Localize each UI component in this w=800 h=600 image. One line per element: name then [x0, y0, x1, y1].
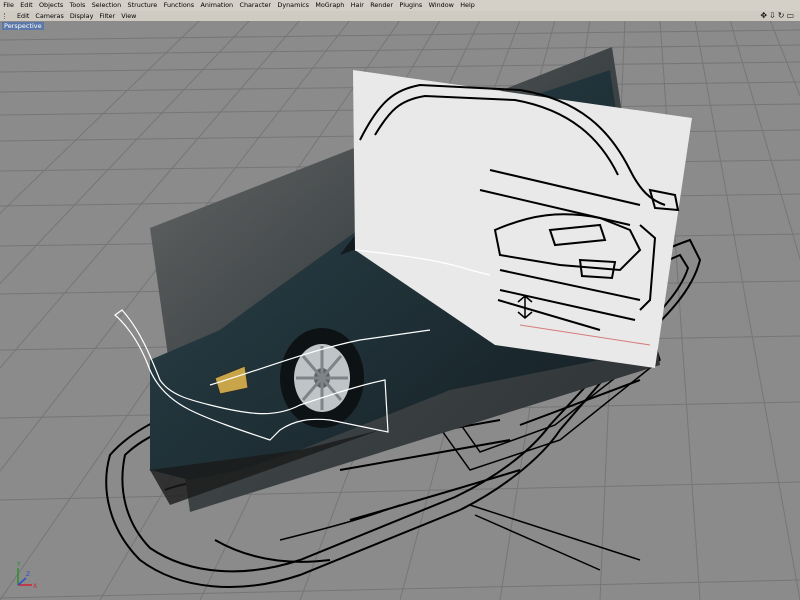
viewport-label[interactable]: Perspective: [2, 22, 44, 30]
viewport-menu-edit[interactable]: Edit: [14, 11, 32, 21]
menu-plugins[interactable]: Plugins: [396, 0, 425, 11]
viewport-menu-view[interactable]: View: [118, 11, 139, 21]
menu-character[interactable]: Character: [236, 0, 274, 11]
maximize-view-icon[interactable]: ▭: [786, 11, 794, 21]
move-view-icon[interactable]: ✥: [760, 11, 767, 21]
menu-file[interactable]: File: [0, 0, 17, 11]
rotate-view-icon[interactable]: ↻: [778, 11, 785, 21]
axis-gizmo: Y X Z: [16, 561, 37, 590]
menu-functions[interactable]: Functions: [160, 0, 197, 11]
axis-x-label: X: [33, 583, 37, 590]
viewport-menu-filter[interactable]: Filter: [96, 11, 118, 21]
perspective-viewport[interactable]: Y X Z Perspective: [0, 21, 800, 600]
axis-y-label: Y: [16, 561, 21, 568]
menu-mograph[interactable]: MoGraph: [312, 0, 347, 11]
viewport-menu-display[interactable]: Display: [67, 11, 97, 21]
menu-edit[interactable]: Edit: [17, 0, 36, 11]
menu-objects[interactable]: Objects: [36, 0, 67, 11]
viewport-nav-icons: ✥ ⇩ ↻ ▭: [760, 11, 794, 21]
viewport-scene[interactable]: Y X Z: [0, 21, 800, 600]
axis-z-label: Z: [26, 571, 30, 578]
menu-render[interactable]: Render: [367, 0, 396, 11]
toolbar-grip: [4, 13, 11, 19]
zoom-view-icon[interactable]: ⇩: [769, 11, 776, 21]
menu-animation[interactable]: Animation: [197, 0, 236, 11]
menu-dynamics[interactable]: Dynamics: [274, 0, 312, 11]
menu-help[interactable]: Help: [457, 0, 478, 11]
menu-selection[interactable]: Selection: [89, 0, 125, 11]
menu-window[interactable]: Window: [425, 0, 457, 11]
menu-hair[interactable]: Hair: [348, 0, 368, 11]
menu-structure[interactable]: Structure: [124, 0, 160, 11]
viewport-menu-cameras[interactable]: Cameras: [32, 11, 66, 21]
menu-tools[interactable]: Tools: [66, 0, 88, 11]
